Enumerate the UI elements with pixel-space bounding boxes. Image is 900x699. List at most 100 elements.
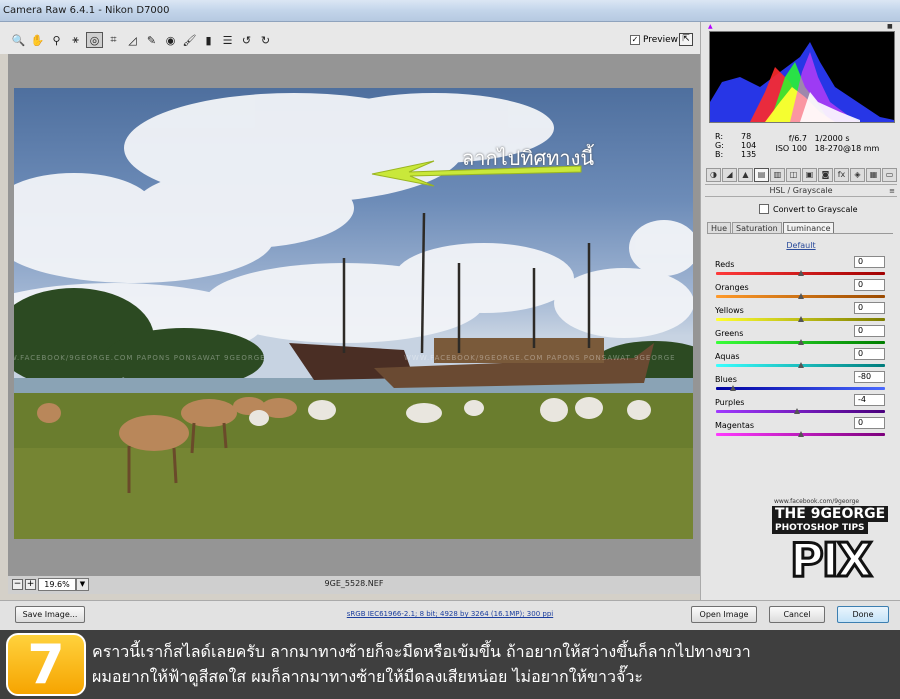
slider-value-field[interactable]: 0 <box>854 279 885 291</box>
b-value: 135 <box>741 150 757 159</box>
histogram: ▲ ■ <box>708 23 895 123</box>
annotation-text: ลากไปทิศทางนี้ <box>462 146 595 170</box>
camera-calibration-tab-icon[interactable]: ◙ <box>818 168 833 182</box>
slider-label: Magentas <box>715 421 755 430</box>
red-eye-tool-icon[interactable]: ◉ <box>162 32 179 48</box>
logo-url: www.facebook.com/9george <box>774 498 860 505</box>
slider-track[interactable] <box>716 387 885 390</box>
preferences-icon[interactable]: ☰ <box>219 32 236 48</box>
slider-value-field[interactable]: 0 <box>854 302 885 314</box>
r-label: R: <box>715 132 724 141</box>
zoom-tool-icon[interactable]: 🔍 <box>10 32 27 48</box>
slider-label: Yellows <box>715 306 744 315</box>
slider-thumb[interactable] <box>794 408 801 414</box>
r-value: 78 <box>741 132 752 141</box>
brand-logo: www.facebook.com/9george THE 9GEORGE PHO… <box>768 498 898 592</box>
fullscreen-toggle-icon[interactable]: ⇱ <box>679 33 693 46</box>
hand-tool-icon[interactable]: ✋ <box>29 32 46 48</box>
rotate-right-icon[interactable]: ↻ <box>257 32 274 48</box>
slider-thumb[interactable] <box>797 431 804 437</box>
adjustment-brush-icon[interactable]: 🖌 <box>181 32 198 48</box>
convert-grayscale-checkbox[interactable] <box>759 204 769 214</box>
snapshots-tab-icon[interactable]: ▭ <box>882 168 897 182</box>
b-label: B: <box>715 150 724 159</box>
color-sampler-tool-icon[interactable]: ⚹ <box>67 32 84 48</box>
split-toning-tab-icon[interactable]: ▥ <box>770 168 785 182</box>
logo-line1: THE 9GEORGE <box>772 506 889 522</box>
caption-line-1: คราวนี้เราก็สไลด์เลยครับ ลากมาทางซ้ายก็จ… <box>92 642 751 661</box>
slider-value-field[interactable]: 0 <box>854 417 885 429</box>
toolbar: 🔍 ✋ ⚲ ⚹ ◎ ⌗ ◿ ✎ ◉ 🖌 ▮ ☰ ↺ ↻ ✓ Preview ⇱ <box>0 22 700 54</box>
slider-value-field[interactable]: -80 <box>854 371 885 383</box>
hsl-tab-icon[interactable]: ▤ <box>754 168 769 182</box>
slider-label: Purples <box>715 398 745 407</box>
histogram-graph <box>710 42 894 122</box>
slider-value-field[interactable]: 0 <box>854 256 885 268</box>
slider-value-field[interactable]: 0 <box>854 348 885 360</box>
default-link[interactable]: Default <box>701 241 900 250</box>
file-name: 9GE_5528.NEF <box>324 579 384 588</box>
slider-thumb[interactable] <box>797 316 804 322</box>
tool-group: 🔍 ✋ ⚲ ⚹ ◎ ⌗ ◿ ✎ ◉ 🖌 ▮ ☰ ↺ ↻ <box>10 32 274 48</box>
slider-track[interactable] <box>716 410 885 413</box>
subtab-divider <box>707 233 893 234</box>
convert-grayscale-toggle[interactable]: Convert to Grayscale <box>759 204 858 214</box>
step-number: 7 <box>27 633 65 696</box>
photo-preview[interactable]: ลากไปทิศทางนี้ WWW.FACEBOOK/9GEORGE.COM … <box>14 88 693 539</box>
shadow-clipping-icon[interactable]: ▲ <box>708 23 715 30</box>
caption-line-2: ผมอยากให้ฟ้าดูสีสดใส ผมก็ลากมาทางซ้ายให้… <box>92 667 643 686</box>
watermark: WWW.FACEBOOK/9GEORGE.COM PAPONS PONSAWAT… <box>14 354 266 362</box>
g-label: G: <box>715 141 724 150</box>
slider-value-field[interactable]: -4 <box>854 394 885 406</box>
highlight-clipping-icon[interactable]: ■ <box>887 23 894 30</box>
settings-tab-icon[interactable]: ▦ <box>866 168 881 182</box>
lens-corrections-tab-icon[interactable]: ◫ <box>786 168 801 182</box>
g-value: 104 <box>741 141 757 150</box>
done-button[interactable]: Done <box>837 606 889 623</box>
slider-value-field[interactable]: 0 <box>854 325 885 337</box>
preview-toggle[interactable]: ✓ Preview <box>630 35 678 45</box>
window-title: Camera Raw 6.4.1 - Nikon D7000 <box>3 5 170 16</box>
shutter-value: 1/2000 s <box>814 134 850 143</box>
preview-checkbox[interactable]: ✓ <box>630 35 640 45</box>
slider-label: Blues <box>715 375 737 384</box>
slider-label: Reds <box>715 260 735 269</box>
detail-tab-icon[interactable]: ▲ <box>738 168 753 182</box>
exif-info: f/6.7 1/2000 s ISO 100 18-270@18 mm <box>769 134 879 154</box>
crop-tool-icon[interactable]: ⌗ <box>105 32 122 48</box>
panel-title-text: HSL / Grayscale <box>769 186 833 195</box>
slider-label: Oranges <box>715 283 749 292</box>
open-image-button[interactable]: Open Image <box>691 606 757 623</box>
slider-label: Aquas <box>715 352 740 361</box>
step-badge: 7 <box>6 633 86 696</box>
basic-tab-icon[interactable]: ◑ <box>706 168 721 182</box>
slider-thumb[interactable] <box>729 385 736 391</box>
slider-thumb[interactable] <box>797 339 804 345</box>
graduated-filter-icon[interactable]: ▮ <box>200 32 217 48</box>
image-status-bar: − + 19.6% ▼ 9GE_5528.NEF <box>8 576 700 594</box>
pixel-readout: R: 78 G: 104 B: 135 f/6.7 1/2000 s ISO 100 … <box>709 128 895 163</box>
targeted-adjustment-tool-icon[interactable]: ◎ <box>86 32 103 48</box>
straighten-tool-icon[interactable]: ◿ <box>124 32 141 48</box>
spot-removal-tool-icon[interactable]: ✎ <box>143 32 160 48</box>
white-balance-tool-icon[interactable]: ⚲ <box>48 32 65 48</box>
slider-label: Greens <box>715 329 744 338</box>
slider-thumb[interactable] <box>797 270 804 276</box>
tone-curve-tab-icon[interactable]: ◢ <box>722 168 737 182</box>
rotate-left-icon[interactable]: ↺ <box>238 32 255 48</box>
caption-text: คราวนี้เราก็สไลด์เลยครับ ลากมาทางซ้ายก็จ… <box>92 639 892 689</box>
slider-thumb[interactable] <box>797 362 804 368</box>
workflow-options-link[interactable]: sRGB IEC61966-2.1; 8 bit; 4928 by 3264 (… <box>0 610 900 618</box>
logo-line3: PIX <box>788 532 873 589</box>
caption-banner: 7 คราวนี้เราก็สไลด์เลยครับ ลากมาทางซ้ายก… <box>0 630 900 699</box>
cancel-button[interactable]: Cancel <box>769 606 825 623</box>
preview-label: Preview <box>643 35 679 45</box>
slider-thumb[interactable] <box>797 293 804 299</box>
slider-magentas[interactable]: Magentas 0 <box>715 417 887 443</box>
presets-tab-icon[interactable]: ◈ <box>850 168 865 182</box>
panel-tab-strip: ◑ ◢ ▲ ▤ ▥ ◫ ▣ ◙ fx ◈ ▦ ▭ <box>706 168 897 182</box>
fx-tab-icon[interactable]: fx <box>834 168 849 182</box>
effects-tab-icon[interactable]: ▣ <box>802 168 817 182</box>
watermark: WWW.FACEBOOK/9GEORGE.COM PAPONS PONSAWAT… <box>404 354 676 362</box>
panel-menu-icon[interactable]: ≡ <box>889 185 895 197</box>
